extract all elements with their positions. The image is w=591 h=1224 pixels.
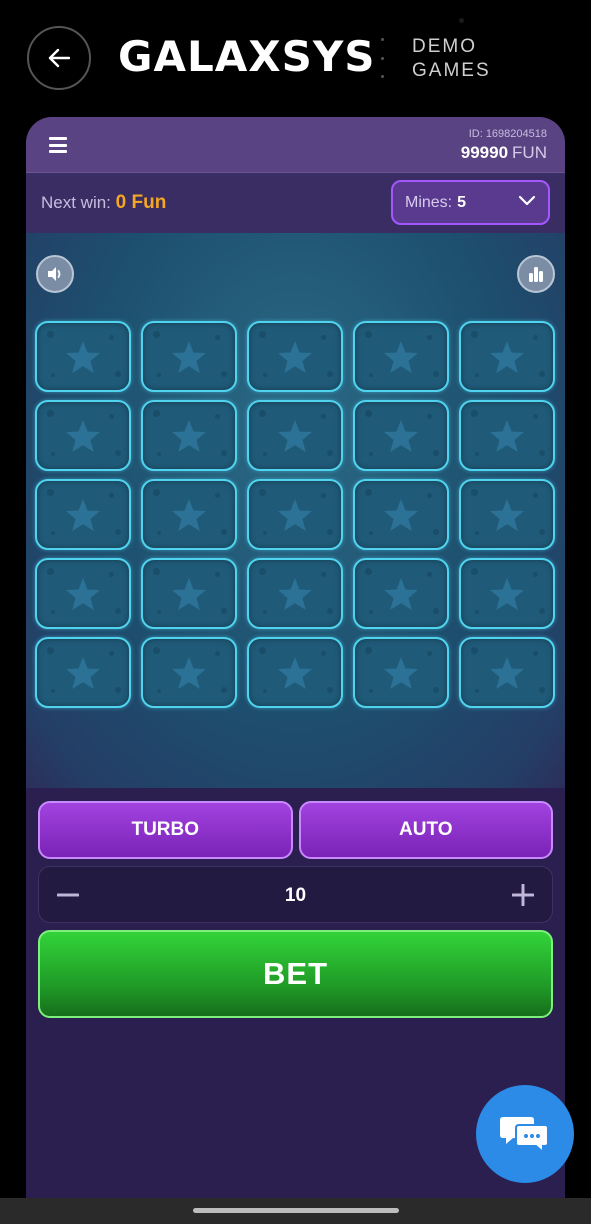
star-icon: [172, 419, 206, 452]
balance: 99990 FUN: [461, 143, 547, 163]
chat-button[interactable]: [476, 1085, 574, 1183]
mine-tile[interactable]: [353, 479, 449, 550]
mines-label: Mines:: [405, 193, 453, 211]
star-icon: [278, 498, 312, 531]
bet-amount-value[interactable]: 10: [39, 885, 552, 907]
star-icon: [172, 340, 206, 373]
star-icon: [66, 498, 100, 531]
brand-logo: GALAXSYS: [118, 32, 376, 81]
star-icon: [172, 577, 206, 610]
hamburger-menu-icon[interactable]: [49, 137, 67, 153]
star-icon: [66, 656, 100, 689]
arrow-left-icon: [48, 48, 70, 68]
star-icon: [172, 656, 206, 689]
star-icon: [384, 340, 418, 373]
mine-tile[interactable]: [459, 321, 555, 392]
game-header: ID: 1698204518 99990 FUN: [26, 117, 565, 173]
mode-buttons: TURBO AUTO: [38, 801, 553, 859]
demo-label: DEMO: [412, 36, 477, 57]
star-icon: [66, 419, 100, 452]
star-icon: [490, 419, 524, 452]
chevron-down-icon: [518, 195, 536, 206]
mine-tile[interactable]: [141, 637, 237, 708]
stats-button[interactable]: [517, 255, 555, 293]
mine-tile[interactable]: [353, 558, 449, 629]
mine-tile[interactable]: [353, 321, 449, 392]
mine-tile[interactable]: [141, 479, 237, 550]
balance-amount: 99990: [460, 143, 509, 162]
star-icon: [172, 498, 206, 531]
bar-chart-icon: [529, 267, 543, 282]
speaker-icon: [48, 267, 61, 281]
game-board: [26, 233, 565, 788]
mine-tile[interactable]: [35, 321, 131, 392]
next-win-value: 0 Fun: [115, 192, 167, 213]
star-icon: [66, 577, 100, 610]
turbo-button[interactable]: TURBO: [38, 801, 293, 859]
mine-tile[interactable]: [247, 321, 343, 392]
mines-select[interactable]: Mines: 5: [391, 180, 550, 225]
games-label: GAMES: [412, 60, 491, 81]
mine-tile[interactable]: [247, 400, 343, 471]
star-icon: [490, 498, 524, 531]
mine-tile[interactable]: [141, 400, 237, 471]
star-icon: [278, 340, 312, 373]
system-nav-bar: [0, 1198, 591, 1224]
mine-tile[interactable]: [35, 558, 131, 629]
mine-tile[interactable]: [459, 637, 555, 708]
mine-tile[interactable]: [459, 479, 555, 550]
account-id: ID: 1698204518: [468, 128, 547, 140]
mine-tile[interactable]: [353, 400, 449, 471]
camera-dot: [459, 18, 464, 23]
sound-button[interactable]: [36, 255, 74, 293]
next-win-label: Next win:: [41, 193, 111, 212]
mine-tile[interactable]: [247, 558, 343, 629]
mine-tile[interactable]: [247, 479, 343, 550]
demo-games-label: DEMO GAMES: [412, 35, 491, 83]
home-handle[interactable]: [193, 1208, 399, 1213]
star-icon: [384, 577, 418, 610]
star-icon: [384, 656, 418, 689]
mine-tile[interactable]: [141, 558, 237, 629]
back-button[interactable]: [27, 26, 91, 90]
mine-tile[interactable]: [35, 637, 131, 708]
auto-button[interactable]: AUTO: [298, 801, 553, 859]
chat-bubble-icon: [500, 1117, 549, 1155]
star-icon: [490, 577, 524, 610]
mine-tile[interactable]: [459, 400, 555, 471]
mine-tile[interactable]: [141, 321, 237, 392]
plus-icon[interactable]: [512, 884, 534, 906]
star-icon: [66, 340, 100, 373]
tile-grid: [35, 321, 555, 708]
mine-tile[interactable]: [353, 637, 449, 708]
star-icon: [384, 498, 418, 531]
bet-button[interactable]: BET: [38, 930, 553, 1018]
bet-amount-stepper: 10: [38, 866, 553, 923]
next-win: Next win: 0 Fun: [41, 192, 166, 214]
info-bar: Next win: 0 Fun Mines: 5: [26, 173, 565, 233]
star-icon: [384, 419, 418, 452]
star-icon: [278, 419, 312, 452]
star-icon: [278, 577, 312, 610]
balance-unit: FUN: [512, 143, 547, 162]
star-icon: [490, 656, 524, 689]
top-bar: GALAXSYS DEMO GAMES: [0, 0, 591, 118]
mine-tile[interactable]: [247, 637, 343, 708]
star-icon: [490, 340, 524, 373]
mines-value: 5: [457, 193, 467, 211]
star-icon: [278, 656, 312, 689]
mine-tile[interactable]: [35, 400, 131, 471]
mine-tile[interactable]: [35, 479, 131, 550]
mine-tile[interactable]: [459, 558, 555, 629]
logo-separator: [380, 38, 384, 78]
game-window: ID: 1698204518 99990 FUN Next win: 0 Fun …: [26, 117, 565, 1207]
